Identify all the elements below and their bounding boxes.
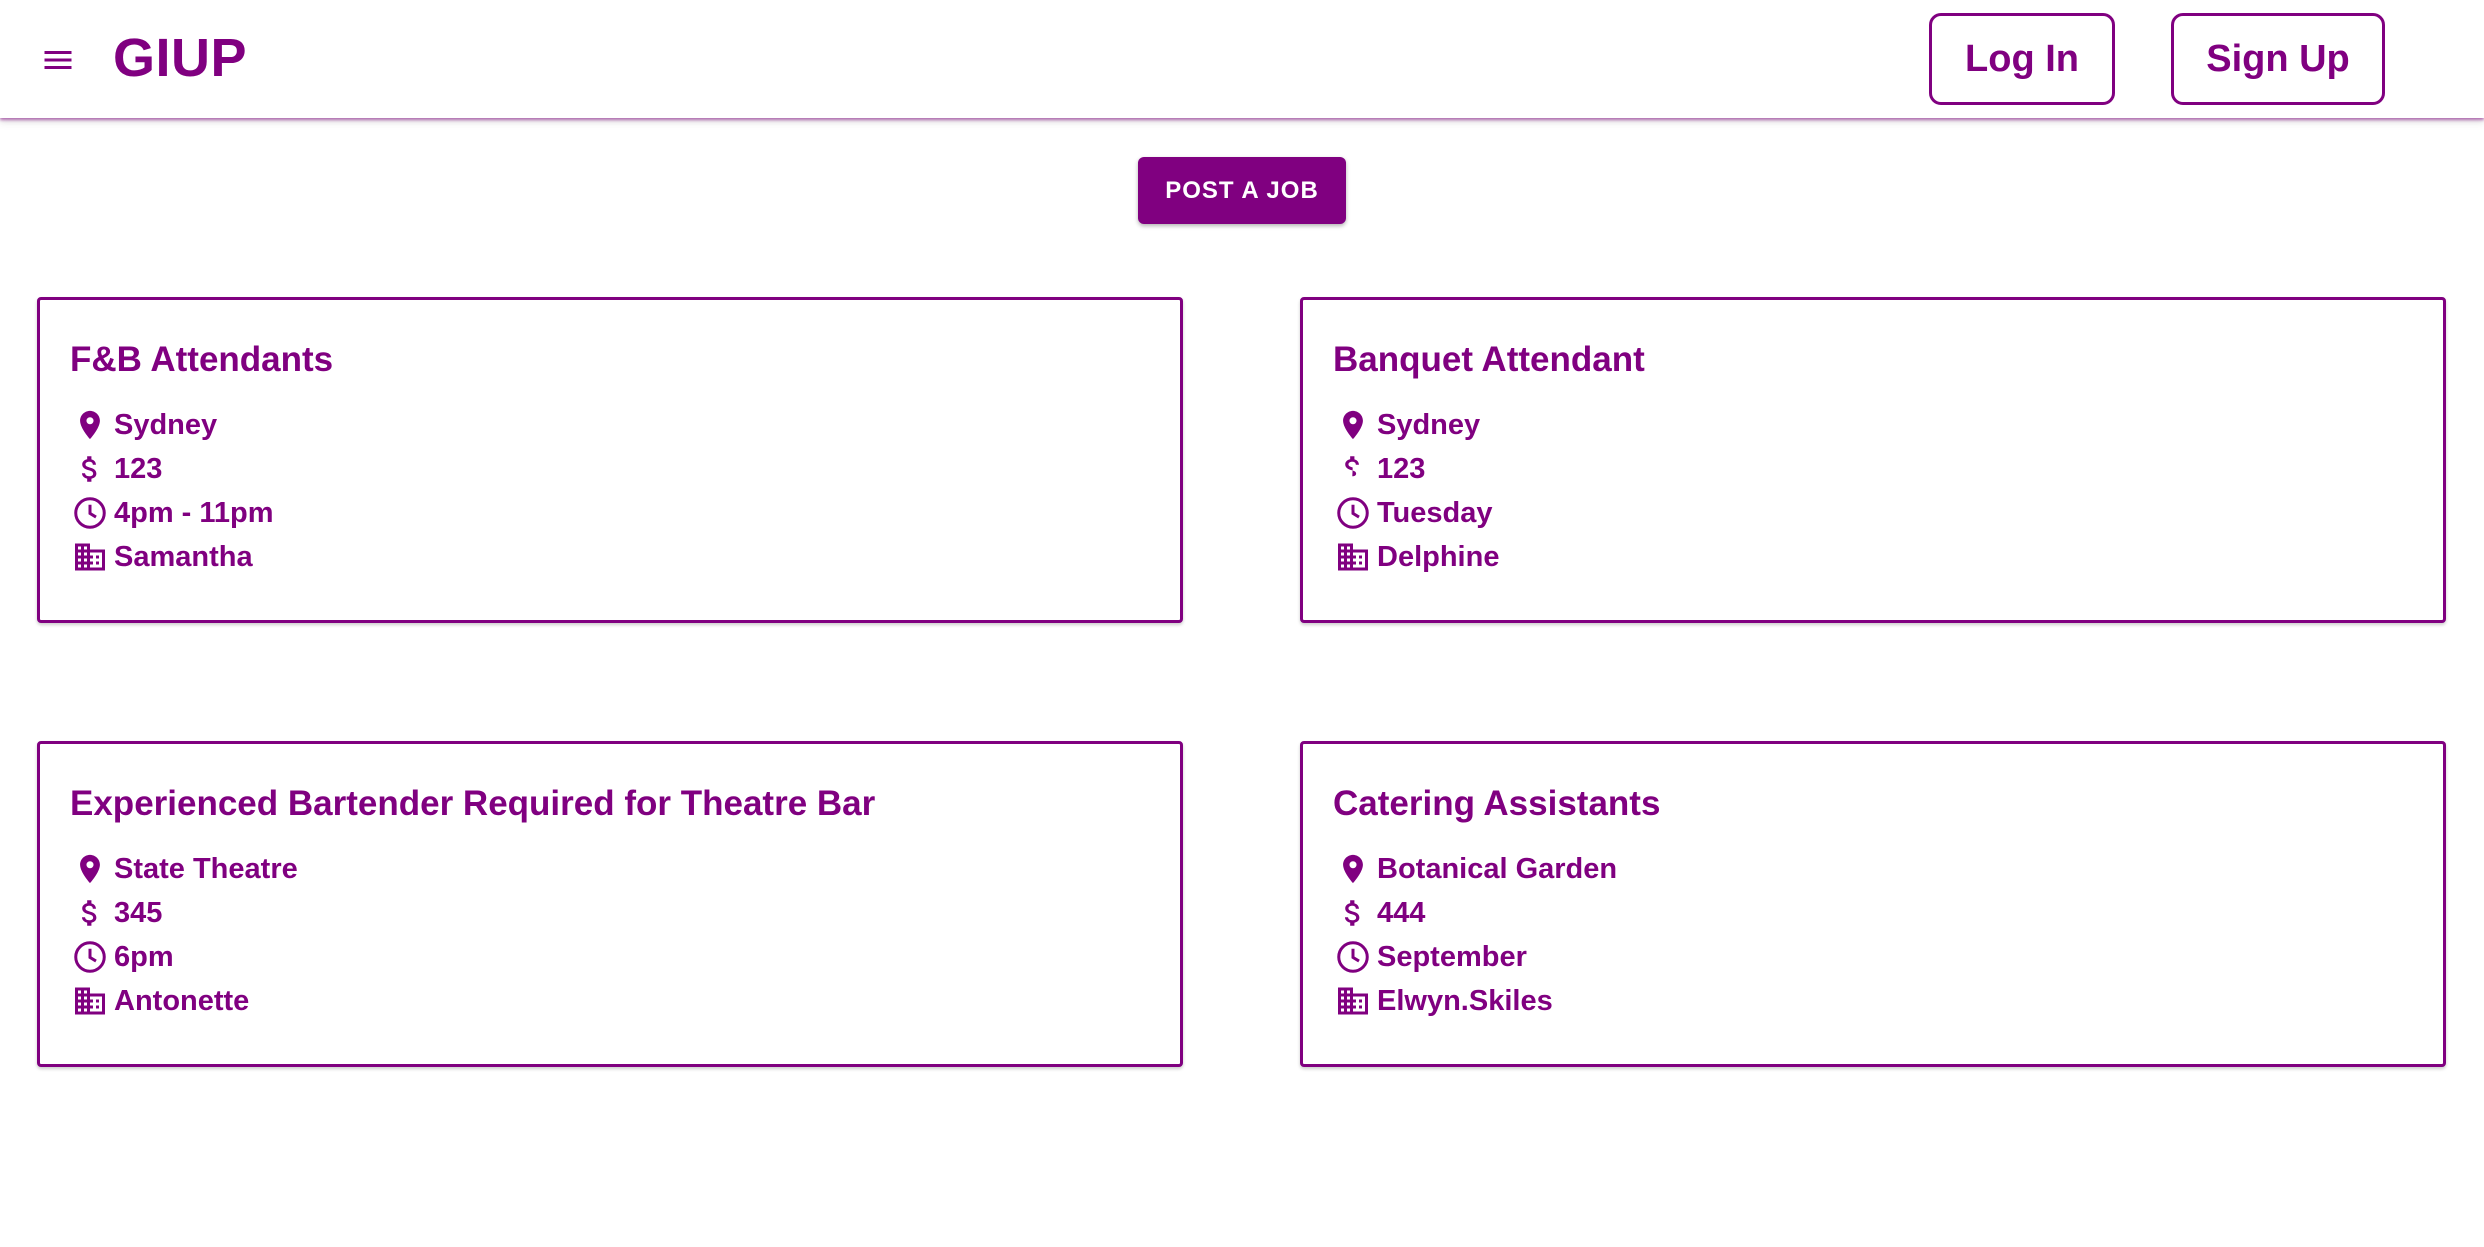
job-time: September	[1377, 941, 1527, 973]
job-company: Elwyn.Skiles	[1377, 985, 1553, 1017]
building-icon	[1333, 981, 1373, 1021]
location-pin-icon	[70, 405, 110, 445]
dollar-icon	[1333, 893, 1373, 933]
post-job-button[interactable]: POST A JOB	[1138, 157, 1346, 224]
job-pay-row: 444	[1333, 893, 1425, 933]
job-location-row: Sydney	[70, 405, 217, 445]
job-company: Delphine	[1377, 541, 1500, 573]
job-location-row: Sydney	[1333, 405, 1480, 445]
job-location: Sydney	[114, 409, 218, 441]
job-time-row: 6pm	[70, 937, 174, 977]
hamburger-menu-icon	[44, 51, 72, 69]
job-pay: 123	[1377, 453, 1426, 485]
job-location: Botanical Garden	[1377, 853, 1618, 885]
building-icon	[70, 537, 110, 577]
job-company: Antonette	[114, 985, 250, 1017]
job-location: Sydney	[1377, 409, 1481, 441]
job-card[interactable]: Catering Assistants Botanical Garden 444…	[1300, 741, 2446, 1067]
location-pin-icon	[1333, 405, 1373, 445]
job-card[interactable]: F&B Attendants Sydney 123 4pm - 11pm Sam…	[37, 297, 1183, 623]
building-icon	[1333, 537, 1373, 577]
job-title: F&B Attendants	[70, 340, 334, 379]
job-pay: 123	[114, 453, 163, 485]
job-pay-row: 345	[70, 893, 162, 933]
job-time: 6pm	[114, 941, 174, 973]
job-company-row: Samantha	[70, 537, 253, 577]
building-icon	[70, 981, 110, 1021]
clock-icon	[70, 937, 110, 977]
job-card[interactable]: Experienced Bartender Required for Theat…	[37, 741, 1183, 1067]
location-pin-icon	[70, 849, 110, 889]
job-title: Catering Assistants	[1333, 784, 1661, 823]
dollar-icon	[70, 893, 110, 933]
signup-button[interactable]: Sign Up	[2171, 13, 2385, 105]
job-time: Tuesday	[1377, 497, 1493, 529]
job-title: Banquet Attendant	[1333, 340, 1645, 379]
job-company: Samantha	[114, 541, 253, 573]
job-pay-row: 123	[1333, 449, 1425, 489]
job-location-row: State Theatre	[70, 849, 298, 889]
job-pay-row: 123	[70, 449, 162, 489]
app-bar: GIUP Log In Sign Up	[0, 0, 2484, 118]
job-time-row: Tuesday	[1333, 493, 1493, 533]
brand-logo[interactable]: GIUP	[113, 24, 247, 92]
job-pay: 444	[1377, 897, 1426, 929]
menu-button[interactable]	[28, 30, 88, 90]
job-company-row: Elwyn.Skiles	[1333, 981, 1553, 1021]
clock-icon	[1333, 937, 1373, 977]
location-pin-icon	[1333, 849, 1373, 889]
job-company-row: Antonette	[70, 981, 249, 1021]
job-location-row: Botanical Garden	[1333, 849, 1617, 889]
job-location: State Theatre	[114, 853, 298, 885]
dollar-icon	[70, 449, 110, 489]
job-title: Experienced Bartender Required for Theat…	[70, 784, 876, 823]
clock-icon	[70, 493, 110, 533]
job-time: 4pm - 11pm	[114, 497, 274, 529]
login-button[interactable]: Log In	[1929, 13, 2115, 105]
clock-icon	[1333, 493, 1373, 533]
job-pay: 345	[114, 897, 163, 929]
dollar-icon	[1333, 449, 1373, 489]
job-card[interactable]: Banquet Attendant Sydney 123 Tuesday Del…	[1300, 297, 2446, 623]
job-time-row: September	[1333, 937, 1527, 977]
job-time-row: 4pm - 11pm	[70, 493, 274, 533]
job-company-row: Delphine	[1333, 537, 1499, 577]
